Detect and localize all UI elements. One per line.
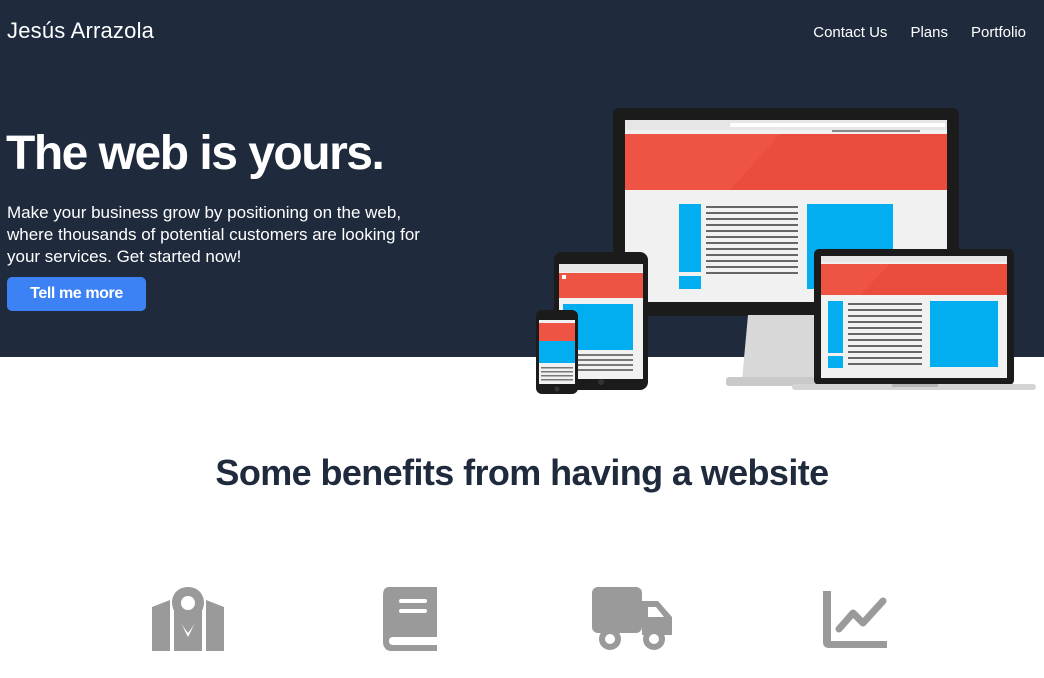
nav-portfolio[interactable]: Portfolio xyxy=(971,24,1026,41)
hero-lead: Make your business grow by positioning o… xyxy=(7,203,420,266)
nav-plans[interactable]: Plans xyxy=(910,24,948,41)
phone-device xyxy=(536,310,578,394)
brand-name[interactable]: Jesús Arrazola xyxy=(7,18,154,44)
nav-contact-us[interactable]: Contact Us xyxy=(813,24,887,41)
laptop-device xyxy=(792,249,1036,390)
tell-me-more-button[interactable]: Tell me more xyxy=(7,277,146,311)
truck-icon xyxy=(592,587,672,650)
benefits-title: Some benefits from having a website xyxy=(215,452,829,493)
responsive-devices-illustration xyxy=(536,108,1036,394)
hero-headline: The web is yours. xyxy=(6,127,385,180)
main-nav: Contact Us Plans Portfolio xyxy=(813,24,1026,41)
line-chart-icon xyxy=(823,591,887,648)
book-icon xyxy=(383,587,437,651)
map-marker-icon xyxy=(152,587,224,651)
